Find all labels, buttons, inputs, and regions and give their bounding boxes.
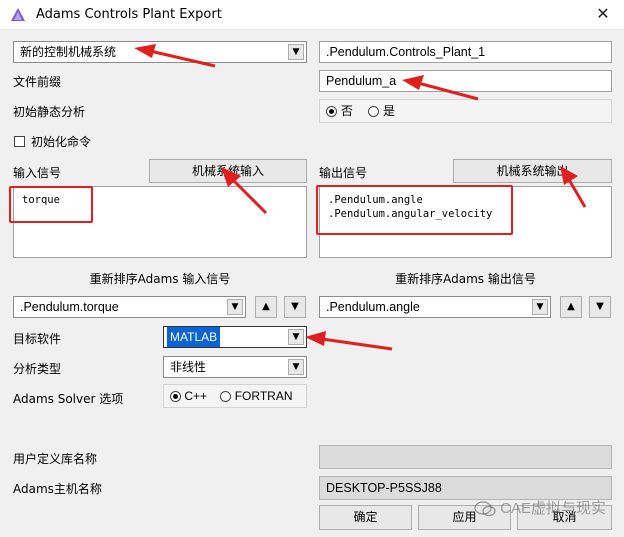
annotation-arrow [221,167,268,215]
watermark-logo: CAE虚拟与现实 [474,497,606,518]
annotation-arrow [560,166,587,208]
watermark-text: CAE虚拟与现实 [500,500,607,517]
annotation-arrows [134,44,587,351]
wechat-icon [474,501,496,517]
annotation-arrow [305,331,393,351]
annotation-arrow [402,75,479,101]
annotation-arrow [134,44,216,68]
